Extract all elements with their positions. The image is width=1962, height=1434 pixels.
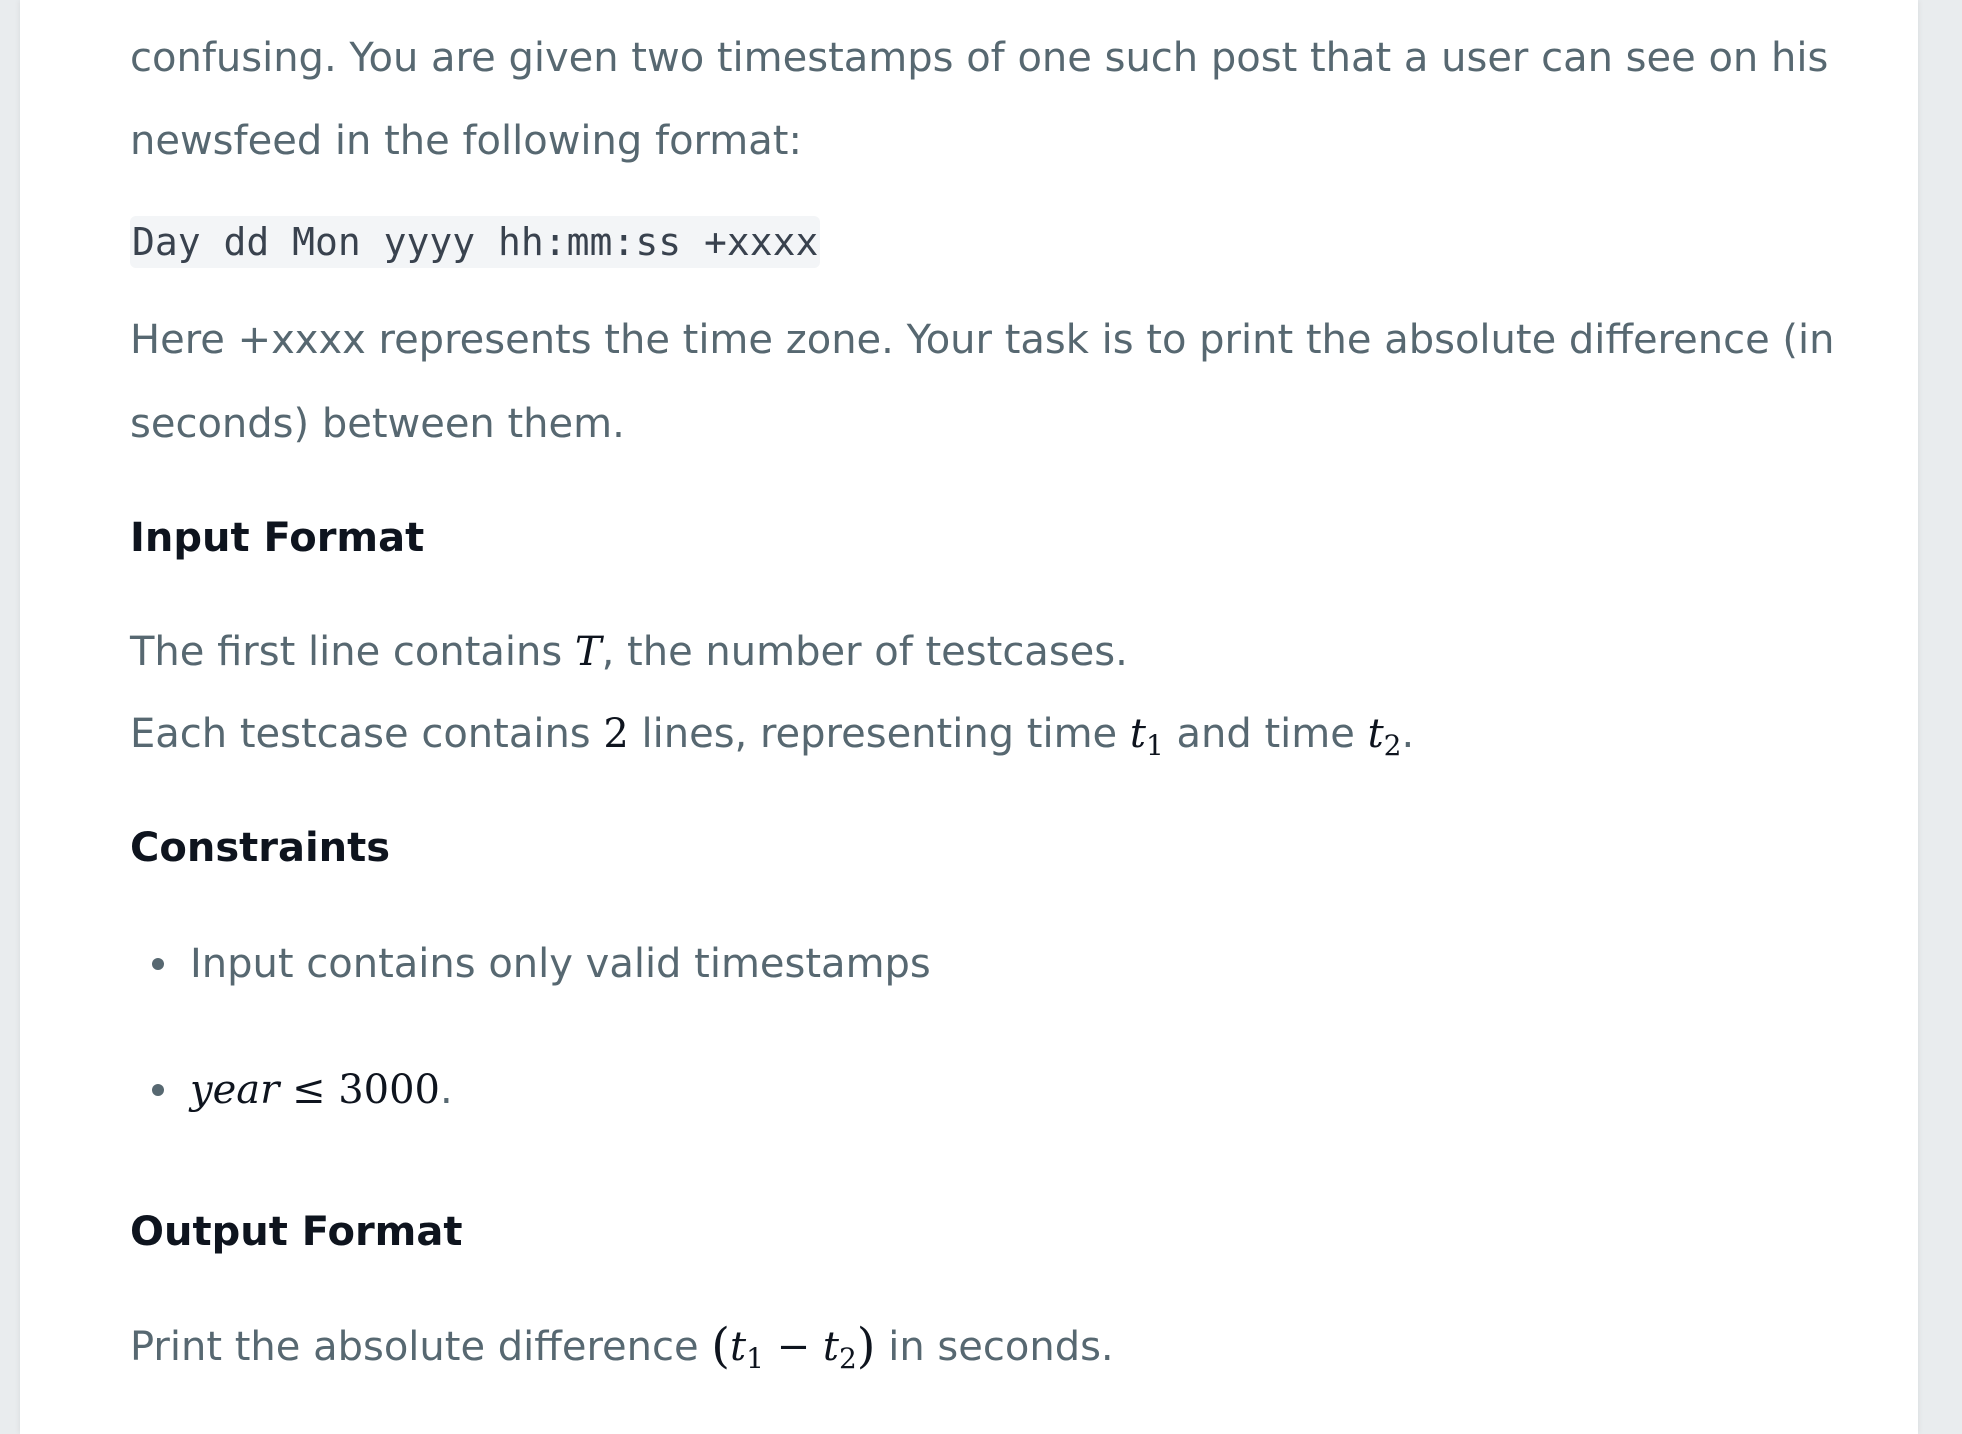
- task-line-1: Here +xxxx represents the time zone. You…: [130, 317, 1835, 363]
- input-line2-middle: lines, representing time: [628, 711, 1130, 757]
- timestamp-format-code: Day dd Mon yyyy hh:mm:ss +xxxx: [130, 216, 821, 268]
- bullet-icon: [152, 958, 164, 970]
- input-line1-text: The first line contains: [130, 629, 575, 675]
- output-format-line: Print the absolute difference (t1 − t2) …: [130, 1322, 1114, 1373]
- t2-variable: t2: [1367, 711, 1402, 760]
- output-t1-subscript: 1: [746, 1342, 764, 1375]
- t1-variable: t1: [1129, 711, 1164, 760]
- input-format-heading: Input Format: [130, 515, 425, 561]
- output-t1-symbol: t: [730, 1324, 747, 1370]
- line-count-number: 2: [603, 711, 629, 757]
- input-line2-text: Each testcase contains: [130, 711, 604, 757]
- output-format-heading: Output Format: [130, 1209, 463, 1255]
- bullet-icon: [152, 1084, 164, 1096]
- input-format-line-2: Each testcase contains 2 lines, represen…: [130, 710, 1415, 760]
- output-t1-variable: t1: [730, 1324, 764, 1373]
- output-t2-variable: t2: [822, 1324, 857, 1373]
- output-t2-subscript: 2: [838, 1342, 857, 1375]
- constraint-item-year: year ≤ 3000.: [190, 1066, 453, 1114]
- input-line2-period: .: [1401, 711, 1415, 757]
- t1-subscript: 1: [1145, 729, 1164, 762]
- task-line-2: seconds) between them.: [130, 401, 625, 447]
- year-limit: ≤ 3000: [279, 1067, 440, 1113]
- testcase-count-variable: T: [574, 629, 602, 675]
- problem-statement-card: confusing. You are given two timestamps …: [20, 0, 1918, 1434]
- year-variable: year: [190, 1067, 280, 1113]
- t2-symbol: t: [1367, 711, 1384, 757]
- close-paren: ): [856, 1318, 876, 1374]
- output-t2-symbol: t: [822, 1324, 839, 1370]
- input-line1-suffix: , the number of testcases.: [601, 629, 1128, 675]
- output-line-suffix: in seconds.: [875, 1324, 1114, 1370]
- constraints-heading: Constraints: [130, 825, 391, 871]
- t1-symbol: t: [1129, 711, 1146, 757]
- constraint-item-valid-timestamps: Input contains only valid timestamps: [190, 941, 931, 987]
- minus-operator: −: [763, 1324, 823, 1370]
- year-period: .: [440, 1067, 453, 1113]
- output-line-text: Print the absolute difference: [130, 1324, 712, 1370]
- intro-line-2: newsfeed in the following format:: [130, 118, 802, 164]
- open-paren: (: [711, 1318, 731, 1374]
- t2-subscript: 2: [1383, 729, 1402, 762]
- input-line2-and: and time: [1163, 711, 1368, 757]
- input-format-line-1: The first line contains T, the number of…: [130, 628, 1128, 676]
- intro-line-1: confusing. You are given two timestamps …: [130, 35, 1829, 81]
